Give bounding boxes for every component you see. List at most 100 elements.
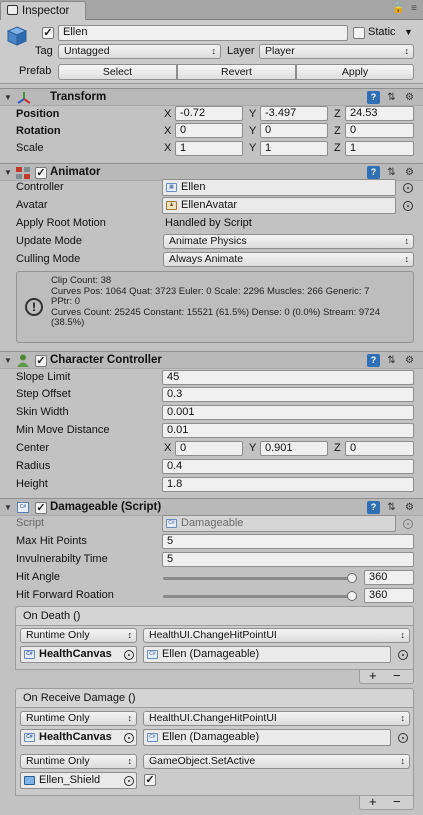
function-dropdown[interactable]: HealthUI.ChangeHitPointUI [143,628,410,643]
script-icon: C# [147,733,158,742]
skin-width-field[interactable]: 0.001 [162,405,414,420]
function-dropdown[interactable]: GameObject.SetActive [143,754,410,769]
help-icon[interactable]: ? [367,354,380,367]
lock-icon[interactable]: 🔒 [392,3,404,15]
position-x-field[interactable]: -0.72 [175,106,243,121]
step-offset-field[interactable]: 0.3 [162,387,414,402]
on-receive-damage-event-title: On Receive Damage () [15,688,414,708]
position-z-field[interactable]: 24.53 [345,106,414,121]
runtime-dropdown[interactable]: Runtime Only [20,711,137,726]
center-z-field[interactable]: 0 [345,441,414,456]
help-icon[interactable]: ? [367,501,380,514]
remove-icon[interactable]: − [393,795,401,808]
settings-gear-icon[interactable]: ⚙ [403,166,416,179]
script-icon: C# [166,519,177,528]
target-object-field[interactable]: Ellen_Shield [20,772,137,789]
scale-label: Scale [16,142,44,154]
settings-gear-icon[interactable]: ⚙ [403,91,416,104]
min-move-distance-field[interactable]: 0.01 [162,423,414,438]
target-component-field[interactable]: C# Ellen (Damageable) [143,729,391,746]
hit-forward-slider-handle[interactable] [347,591,357,601]
add-icon[interactable]: + [369,795,377,808]
target-component-field[interactable]: C# Ellen (Damageable) [143,646,391,663]
character-controller-header[interactable]: ▼ ✓ Character Controller ? ⇅ ⚙ [0,351,423,369]
center-y-field[interactable]: 0.901 [260,441,328,456]
static-dropdown-icon[interactable]: ▼ [404,25,413,40]
damageable-header[interactable]: ▼ C# ✓ Damageable (Script) ? ⇅ ⚙ [0,498,423,516]
remove-icon[interactable]: − [393,669,401,682]
radius-field[interactable]: 0.4 [162,459,414,474]
static-checkbox[interactable] [353,27,365,39]
tab-inspector[interactable]: Inspector [0,1,86,20]
rotation-x-field[interactable]: 0 [175,123,243,138]
animator-enabled-checkbox[interactable]: ✓ [35,167,47,179]
foldout-arrow-icon[interactable]: ▼ [4,164,12,181]
target-object-field[interactable]: C# HealthCanvas [20,646,137,663]
object-picker-icon[interactable] [124,733,134,743]
axis-y-label: Y [249,125,257,137]
axis-x-label: X [164,125,172,137]
hit-angle-slider-track[interactable] [163,577,357,580]
preset-icon[interactable]: ⇅ [385,354,398,367]
prefab-select-button[interactable]: Select [58,64,177,80]
update-mode-dropdown[interactable]: Animate Physics [163,234,414,249]
hit-forward-slider-track[interactable] [163,595,357,598]
prefab-revert-button[interactable]: Revert [177,64,296,80]
height-field[interactable]: 1.8 [162,477,414,492]
preset-icon[interactable]: ⇅ [385,166,398,179]
script-icon: C# [147,650,158,659]
damageable-enabled-checkbox[interactable]: ✓ [35,502,47,514]
menu-icon[interactable]: ≡ [408,3,420,15]
max-hit-points-field[interactable]: 5 [162,534,414,549]
target-object-field[interactable]: C# HealthCanvas [20,729,137,746]
culling-mode-dropdown[interactable]: Always Animate [163,252,414,267]
object-picker-icon[interactable] [124,776,134,786]
foldout-arrow-icon[interactable]: ▼ [4,89,12,106]
help-icon[interactable]: ? [367,166,380,179]
center-x-field[interactable]: 0 [175,441,243,456]
tag-dropdown[interactable]: Untagged [58,44,221,59]
add-icon[interactable]: + [369,669,377,682]
object-picker-icon[interactable] [398,650,408,660]
hit-angle-field[interactable]: 360 [364,570,414,585]
runtime-dropdown[interactable]: Runtime Only [20,628,137,643]
controller-field[interactable]: ▦ Ellen [162,179,396,196]
foldout-arrow-icon[interactable]: ▼ [4,352,12,369]
preset-icon[interactable]: ⇅ [385,501,398,514]
root-motion-value: Handled by Script [165,217,252,229]
preset-icon[interactable]: ⇅ [385,91,398,104]
object-picker-icon[interactable] [403,201,413,211]
settings-gear-icon[interactable]: ⚙ [403,501,416,514]
settings-gear-icon[interactable]: ⚙ [403,354,416,367]
foldout-arrow-icon[interactable]: ▼ [4,499,12,516]
rotation-y-field[interactable]: 0 [260,123,328,138]
object-picker-icon[interactable] [403,183,413,193]
scale-z-field[interactable]: 1 [345,141,414,156]
help-icon[interactable]: ? [367,91,380,104]
name-field[interactable]: Ellen [58,25,348,41]
layer-dropdown[interactable]: Player [259,44,414,59]
avatar-field[interactable]: ♟ EllenAvatar [162,197,396,214]
scale-x-field[interactable]: 1 [175,141,243,156]
transform-title: Transform [50,91,107,103]
function-dropdown[interactable]: HealthUI.ChangeHitPointUI [143,711,410,726]
hit-angle-slider-handle[interactable] [347,573,357,583]
prefab-apply-button[interactable]: Apply [296,64,414,80]
runtime-dropdown[interactable]: Runtime Only [20,754,137,769]
active-checkbox[interactable]: ✓ [42,27,54,39]
object-picker-icon[interactable] [398,733,408,743]
scale-y-field[interactable]: 1 [260,141,328,156]
position-y-field[interactable]: -3.497 [260,106,328,121]
slope-limit-field[interactable]: 45 [162,370,414,385]
script-icon: C# [24,650,35,659]
transform-header[interactable]: ▼ Transform ? ⇅ ⚙ [0,88,423,106]
animator-icon [16,167,30,179]
transform-icon [16,91,32,105]
invulnerability-time-field[interactable]: 5 [162,552,414,567]
set-active-checkbox[interactable]: ✓ [144,774,156,786]
rotation-z-field[interactable]: 0 [345,123,414,138]
character-controller-enabled-checkbox[interactable]: ✓ [35,355,47,367]
object-picker-icon[interactable] [124,650,134,660]
hit-forward-rotation-field[interactable]: 360 [364,588,414,603]
rotation-label: Rotation [16,125,61,137]
